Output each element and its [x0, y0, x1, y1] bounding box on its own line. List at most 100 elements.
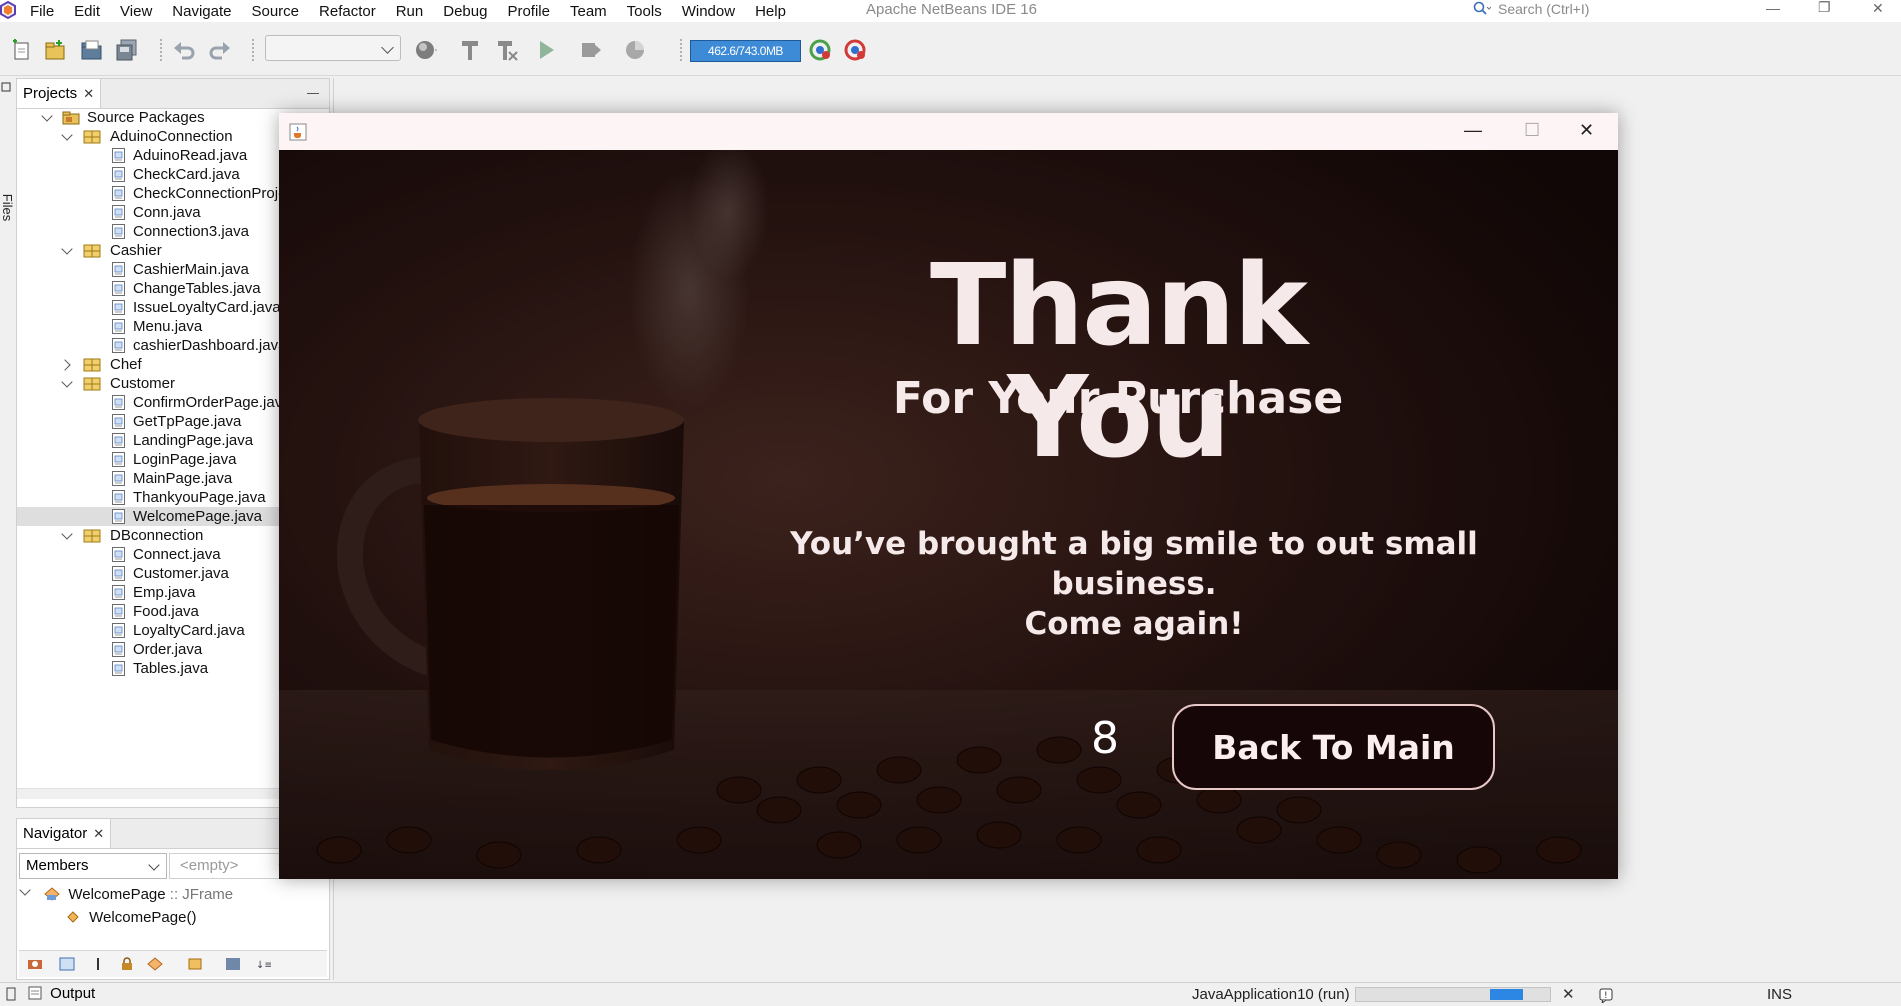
new-file-icon[interactable] [10, 38, 34, 62]
restore-window-icon[interactable]: ❐ [1818, 0, 1831, 16]
menu-item-edit[interactable]: Edit [74, 3, 100, 20]
menu-item-team[interactable]: Team [570, 3, 607, 20]
collapse-chevron-icon[interactable] [62, 379, 72, 389]
show-inherited-icon[interactable] [27, 957, 43, 971]
files-tab-icon [1, 82, 11, 92]
collapse-chevron-icon[interactable] [62, 246, 72, 256]
java-file-icon [112, 642, 125, 657]
run-project-icon[interactable] [535, 38, 559, 62]
nav-constructor-name: WelcomePage() [89, 909, 197, 926]
output-tab[interactable]: Output [28, 985, 95, 1002]
nav-class-sep: :: [165, 886, 183, 903]
minimize-icon[interactable]: — [1464, 120, 1482, 141]
java-file-icon [112, 186, 125, 201]
files-tab-label[interactable]: Files [0, 194, 15, 221]
menu-item-view[interactable]: View [120, 3, 152, 20]
sort-by-source-icon[interactable]: ↓≡ [255, 957, 271, 971]
expand-chevron-icon[interactable] [62, 360, 72, 370]
nav-class-row[interactable]: WelcomePage :: JFrame [20, 886, 233, 903]
window-titlebar[interactable]: — ☐ ✕ [279, 113, 1618, 150]
menu-item-file[interactable]: File [30, 3, 54, 20]
collapse-chevron-icon[interactable] [42, 113, 52, 123]
navigator-toolbar: ↓≡ [19, 950, 327, 977]
nav-constructor-row[interactable]: WelcomePage() [67, 909, 196, 926]
menu-item-run[interactable]: Run [396, 3, 424, 20]
show-static-icon[interactable] [95, 957, 101, 971]
configuration-select[interactable] [265, 35, 401, 61]
tab-navigator[interactable]: Navigator ✕ [17, 819, 112, 848]
clean-build-icon[interactable] [495, 38, 519, 62]
close-icon[interactable]: ✕ [1579, 120, 1594, 141]
gc-icon[interactable] [808, 38, 832, 62]
toolbar-separator [252, 39, 257, 61]
svg-text:↓≡: ↓≡ [256, 960, 271, 971]
insert-mode: INS [1767, 986, 1793, 1003]
close-window-icon[interactable]: ✕ [1872, 0, 1884, 17]
minimize-panel-icon[interactable] [307, 93, 319, 94]
ide-title: Apache NetBeans IDE 16 [866, 1, 1037, 18]
show-members-icon[interactable] [147, 957, 163, 971]
open-project-icon[interactable] [80, 38, 104, 62]
projects-tabbar: Projects ✕ [17, 79, 329, 109]
profile-project-icon[interactable] [624, 38, 648, 62]
tree-item-label: ThankyouPage.java [133, 489, 266, 506]
cancel-task-icon[interactable]: ✕ [1562, 985, 1575, 1003]
profiler-snapshot-icon[interactable] [843, 38, 867, 62]
nav-class-name: WelcomePage [68, 886, 166, 903]
java-file-icon [112, 433, 125, 448]
menu-item-navigate[interactable]: Navigate [172, 3, 231, 20]
menu-item-window[interactable]: Window [682, 3, 735, 20]
search-input[interactable]: Search (Ctrl+I) [1498, 1, 1589, 17]
close-tab-icon[interactable]: ✕ [83, 86, 94, 102]
menu-item-help[interactable]: Help [755, 3, 786, 20]
tree-item-label: Source Packages [87, 109, 205, 126]
maximize-icon[interactable]: ☐ [1524, 120, 1540, 141]
menu-item-debug[interactable]: Debug [443, 3, 487, 20]
java-cup-icon [289, 123, 307, 141]
collapse-chevron-icon[interactable] [62, 132, 72, 142]
menu-item-source[interactable]: Source [251, 3, 299, 20]
show-private-icon[interactable] [119, 957, 135, 971]
menu-item-refactor[interactable]: Refactor [319, 3, 376, 20]
tree-item-label: Food.java [133, 603, 199, 620]
menu-item-tools[interactable]: Tools [627, 3, 662, 20]
minimize-window-icon[interactable]: — [1766, 0, 1780, 16]
redo-icon[interactable] [208, 38, 232, 62]
search-icon[interactable] [1473, 1, 1491, 17]
tree-item-label: Customer.java [133, 565, 229, 582]
java-file-icon [112, 224, 125, 239]
fqn-icon[interactable] [187, 957, 203, 971]
memory-indicator[interactable]: 462.6/743.0MB [690, 40, 801, 62]
message-line-1: You’ve brought a big smile to out small … [790, 526, 1478, 602]
java-file-icon [112, 547, 125, 562]
save-all-icon[interactable] [115, 38, 139, 62]
close-tab-icon[interactable]: ✕ [93, 826, 104, 842]
show-fields-icon[interactable] [59, 957, 75, 971]
debug-project-icon[interactable] [579, 38, 603, 62]
members-filter-select[interactable]: Members [19, 853, 167, 879]
empty-filter-select[interactable]: <empty> [169, 853, 297, 879]
java-file-icon [112, 414, 125, 429]
java-file-icon [112, 395, 125, 410]
tree-item-label: Order.java [133, 641, 203, 658]
tab-projects[interactable]: Projects ✕ [17, 79, 102, 108]
package-icon [83, 377, 101, 391]
globe-icon[interactable] [414, 38, 438, 62]
new-project-icon[interactable] [43, 38, 67, 62]
message-line-2: Come again! [1024, 606, 1244, 642]
expand-chevron-icon[interactable] [20, 887, 30, 897]
menu-bar: File Edit View Navigate Source Refactor Run Deb… [0, 0, 1901, 22]
undo-icon[interactable] [172, 38, 196, 62]
java-file-icon [112, 452, 125, 467]
run-status-label[interactable]: JavaApplication10 (run) [1192, 986, 1350, 1003]
menu-item-profile[interactable]: Profile [507, 3, 550, 20]
output-side-icon [6, 987, 16, 1001]
sort-by-name-icon[interactable] [225, 957, 241, 971]
java-file-icon [112, 585, 125, 600]
output-icon [28, 986, 42, 1000]
notifications-icon[interactable]: ! [1598, 987, 1614, 1003]
build-hammer-icon[interactable] [458, 38, 482, 62]
files-side-tab[interactable]: Files [0, 80, 15, 221]
collapse-chevron-icon[interactable] [62, 531, 72, 541]
back-to-main-button[interactable]: Back To Main [1172, 704, 1495, 790]
